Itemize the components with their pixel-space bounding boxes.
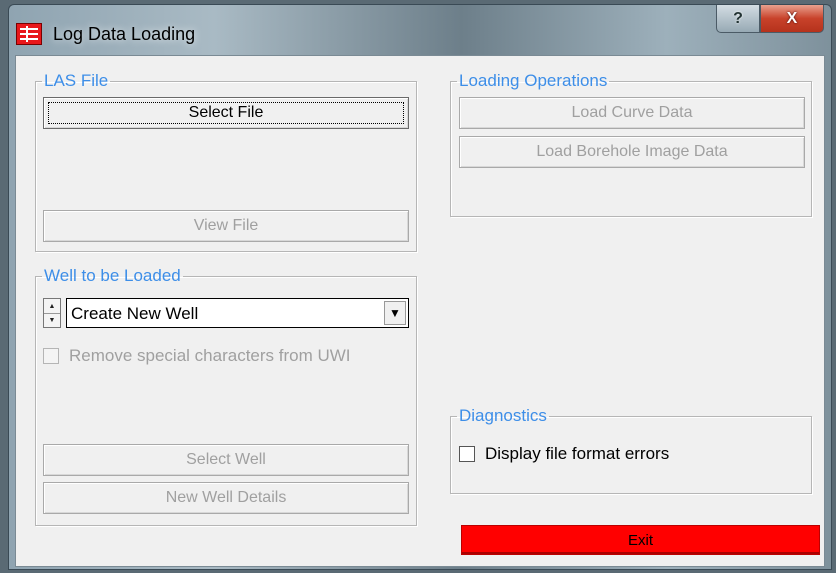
- title-bar[interactable]: Log Data Loading ? X: [9, 5, 831, 55]
- select-well-button[interactable]: Select Well: [43, 444, 409, 476]
- well-combo-value: Create New Well: [71, 304, 199, 323]
- spin-up-icon[interactable]: ▲: [44, 299, 60, 314]
- close-button[interactable]: X: [760, 5, 824, 33]
- display-errors-checkbox[interactable]: [459, 446, 475, 462]
- chevron-down-icon[interactable]: ▼: [384, 301, 406, 325]
- new-well-details-button[interactable]: New Well Details: [43, 482, 409, 514]
- spin-down-icon[interactable]: ▼: [44, 313, 60, 327]
- well-spinner[interactable]: ▲ ▼: [43, 298, 61, 328]
- las-file-legend: LAS File: [44, 71, 109, 90]
- load-curve-data-button[interactable]: Load Curve Data: [459, 97, 805, 129]
- dialog-window: Log Data Loading ? X LAS File Select Fil…: [8, 4, 832, 570]
- diagnostics-legend: Diagnostics: [459, 406, 547, 425]
- display-errors-row[interactable]: Display file format errors: [459, 444, 669, 464]
- remove-special-row[interactable]: Remove special characters from UWI: [43, 346, 351, 366]
- window-title: Log Data Loading: [53, 24, 196, 44]
- remove-special-label: Remove special characters from UWI: [69, 346, 351, 365]
- dialog-client-area: LAS File Select File View File Well to b…: [15, 55, 825, 567]
- display-errors-label: Display file format errors: [485, 444, 670, 463]
- app-logo-icon: [16, 23, 42, 45]
- load-borehole-image-button[interactable]: Load Borehole Image Data: [459, 136, 805, 168]
- well-combo[interactable]: Create New Well ▼: [66, 298, 409, 328]
- exit-button[interactable]: Exit: [461, 525, 820, 555]
- remove-special-checkbox[interactable]: [43, 348, 59, 364]
- loading-operations-legend: Loading Operations: [459, 71, 608, 90]
- help-button[interactable]: ?: [716, 5, 760, 33]
- view-file-button[interactable]: View File: [43, 210, 409, 242]
- select-file-button[interactable]: Select File: [43, 97, 409, 129]
- well-legend: Well to be Loaded: [44, 266, 181, 285]
